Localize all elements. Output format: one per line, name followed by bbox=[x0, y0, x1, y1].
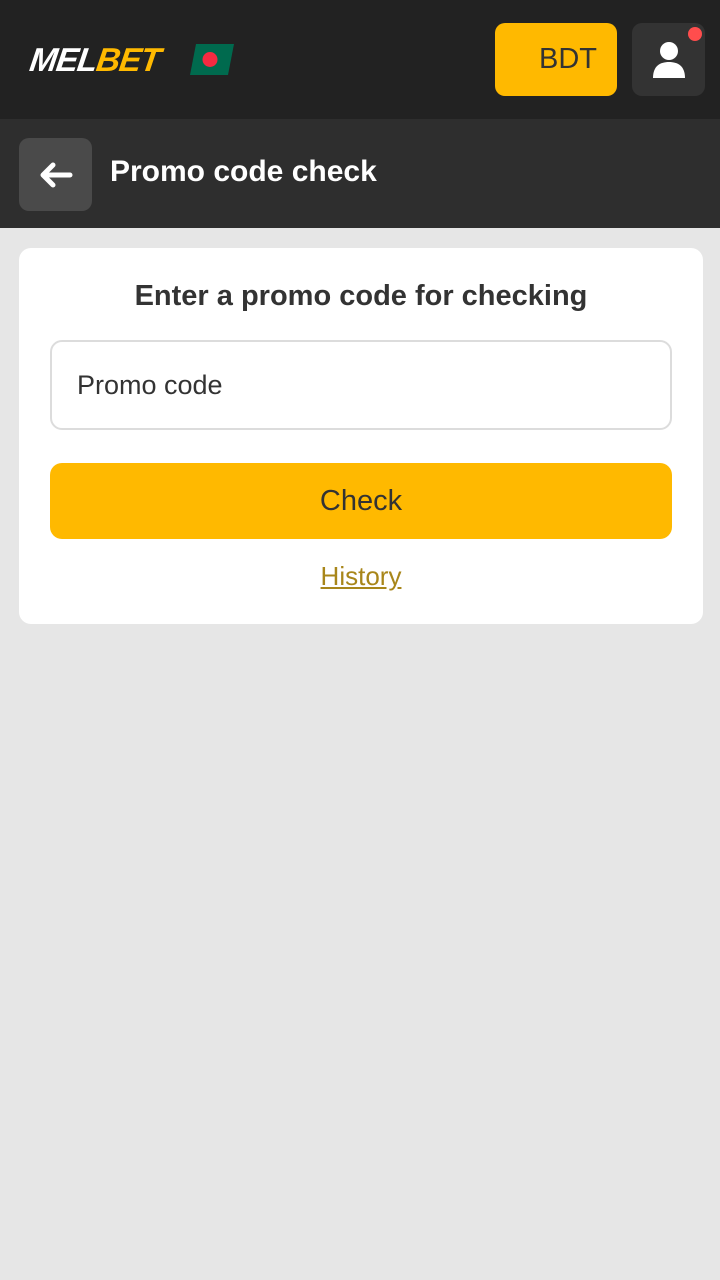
user-icon bbox=[652, 41, 685, 78]
card-title: Enter a promo code for checking bbox=[134, 280, 588, 312]
promo-code-input[interactable] bbox=[50, 340, 672, 430]
page-header: Promo code check bbox=[0, 119, 720, 228]
currency-label: BDT bbox=[539, 43, 597, 75]
arrow-left-icon bbox=[40, 162, 72, 187]
page-title: Promo code check bbox=[110, 155, 377, 188]
bangladesh-flag-icon bbox=[190, 44, 234, 75]
promo-check-card: Enter a promo code for checking Check Hi… bbox=[19, 248, 703, 624]
melbet-logo[interactable]: MELBET bbox=[27, 40, 163, 80]
check-button[interactable]: Check bbox=[50, 463, 672, 539]
logo-text-mel: MEL bbox=[27, 41, 100, 78]
logo-text-bet: BET bbox=[94, 41, 163, 78]
history-link[interactable]: History bbox=[19, 561, 703, 592]
notification-dot bbox=[688, 27, 702, 41]
currency-button[interactable]: BDT bbox=[495, 23, 617, 96]
back-button[interactable] bbox=[19, 138, 92, 211]
profile-button[interactable] bbox=[632, 23, 705, 96]
top-bar: MELBET BDT bbox=[0, 0, 720, 119]
